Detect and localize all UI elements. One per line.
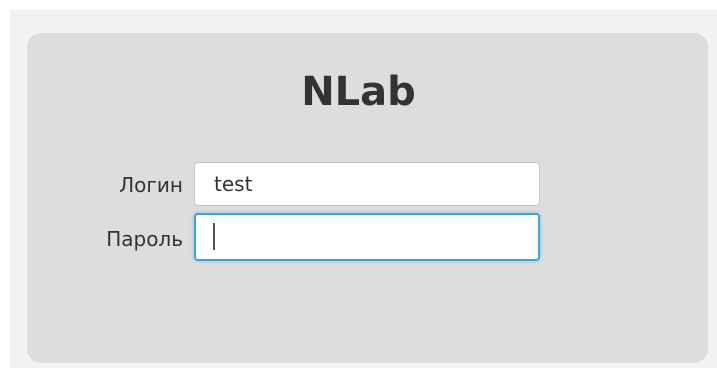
login-label: Логин <box>119 173 183 197</box>
login-input[interactable] <box>194 162 540 206</box>
app-title: NLab <box>301 69 416 115</box>
password-label: Пароль <box>106 227 183 251</box>
password-input[interactable] <box>194 213 540 261</box>
text-cursor <box>213 223 215 250</box>
